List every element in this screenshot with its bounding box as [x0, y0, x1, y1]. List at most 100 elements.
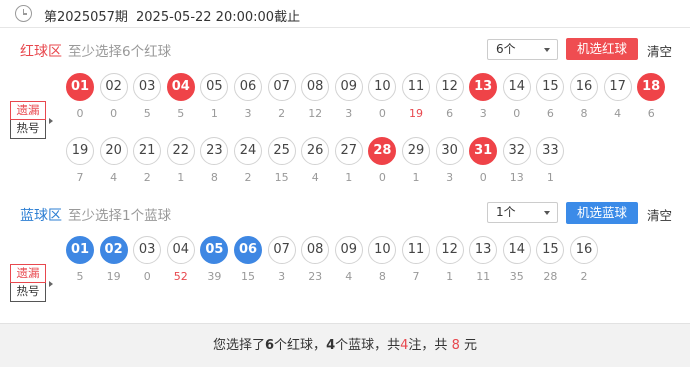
red-ball-miss-count: 1	[210, 107, 218, 120]
blue-ball[interactable]: 12	[435, 236, 464, 264]
red-ball-miss-count: 1	[546, 171, 554, 184]
blue-ball[interactable]: 05	[200, 236, 229, 264]
red-ball-miss-count: 2	[278, 107, 286, 120]
red-ball[interactable]: 26	[301, 137, 330, 165]
red-ball[interactable]: 06	[234, 73, 262, 101]
red-ball[interactable]: 23	[200, 137, 229, 165]
blue-ball-miss-count: 11	[476, 270, 491, 283]
red-ball[interactable]: 08	[301, 73, 330, 101]
red-ball[interactable]: 02	[99, 73, 128, 101]
blue-ball[interactable]: 04	[166, 236, 195, 264]
red-ball[interactable]: 11	[402, 73, 430, 101]
clear-blue-button[interactable]: 清空	[647, 205, 672, 224]
blue-ball-miss-count: 15	[241, 270, 255, 283]
random-red-button[interactable]: 机选红球	[566, 38, 638, 60]
blue-ball-miss-count: 4	[345, 270, 353, 283]
red-ball-miss-count: 0	[378, 107, 386, 120]
red-ball-miss-count: 0	[479, 171, 487, 184]
blue-ball[interactable]: 08	[301, 236, 330, 264]
red-ball[interactable]: 21	[133, 137, 162, 165]
missing-tab[interactable]: 遗漏	[10, 101, 46, 120]
red-ball-miss-count: 3	[479, 107, 487, 120]
red-ball[interactable]: 32	[502, 137, 531, 165]
red-ball-miss-count: 3	[345, 107, 353, 120]
red-ball[interactable]: 07	[267, 73, 296, 101]
blue-ball[interactable]: 02	[99, 236, 128, 264]
blue-count-select[interactable]: 1个	[487, 202, 558, 223]
red-ball[interactable]: 04	[166, 73, 195, 101]
red-count: 6	[265, 338, 275, 353]
red-ball[interactable]: 29	[402, 137, 430, 165]
red-ball[interactable]: 20	[99, 137, 128, 165]
red-section-name: 红球区	[20, 44, 62, 60]
chevron-down-icon	[544, 48, 550, 52]
blue-ball-miss-count: 52	[173, 270, 188, 283]
blue-ball[interactable]: 10	[368, 236, 397, 264]
red-ball[interactable]: 27	[334, 137, 363, 165]
blue-ball-miss-count: 8	[378, 270, 386, 283]
red-ball[interactable]: 03	[133, 73, 162, 101]
red-ball[interactable]: 22	[166, 137, 195, 165]
blue-section-name: 蓝球区	[20, 208, 62, 224]
red-ball[interactable]: 16	[570, 73, 598, 101]
blue-ball[interactable]: 16	[570, 236, 598, 264]
red-ball[interactable]: 14	[502, 73, 531, 101]
red-ball[interactable]: 18	[637, 73, 666, 101]
red-ball[interactable]: 13	[469, 73, 498, 101]
blue-ball[interactable]: 13	[469, 236, 498, 264]
blue-ball-miss-count: 7	[412, 270, 420, 283]
red-ball-miss-count: 6	[546, 107, 554, 120]
red-ball[interactable]: 33	[536, 137, 565, 165]
red-ball-miss-count: 13	[509, 171, 524, 184]
hot-tab[interactable]: 热号	[10, 120, 46, 139]
deadline-text: 2025-05-22 20:00:00截止	[136, 10, 301, 25]
clear-red-button[interactable]: 清空	[647, 41, 672, 60]
red-ball[interactable]: 31	[469, 137, 498, 165]
hot-tab[interactable]: 热号	[10, 283, 46, 302]
red-ball[interactable]: 10	[368, 73, 397, 101]
red-ball[interactable]: 01	[66, 73, 94, 101]
red-ball[interactable]: 28	[368, 137, 397, 165]
blue-ball-miss-count: 0	[143, 270, 151, 283]
blue-ball-miss-count: 1	[446, 270, 454, 283]
red-ball-miss-count: 5	[143, 107, 151, 120]
blue-ball[interactable]: 07	[267, 236, 296, 264]
red-ball-miss-count: 19	[409, 107, 423, 120]
blue-ball[interactable]: 14	[502, 236, 531, 264]
blue-view-toggle: 遗漏 热号	[10, 264, 46, 302]
red-ball-miss-count: 1	[412, 171, 420, 184]
summary-text: 元	[463, 338, 477, 353]
blue-ball[interactable]: 15	[536, 236, 565, 264]
blue-ball-miss-count: 19	[106, 270, 121, 283]
summary-text: 个红球，	[274, 338, 327, 353]
red-ball-miss-count: 0	[110, 107, 118, 120]
red-ball[interactable]: 30	[435, 137, 464, 165]
arrow-right-icon	[49, 281, 53, 287]
red-ball[interactable]: 09	[334, 73, 363, 101]
lottery-picker: 第2025057期 2025-05-22 20:00:00截止 红球区 至少选择6…	[0, 0, 690, 367]
red-ball-miss-count: 1	[345, 171, 353, 184]
missing-tab[interactable]: 遗漏	[10, 264, 46, 283]
blue-ball-miss-count: 5	[76, 270, 84, 283]
red-ball[interactable]: 17	[603, 73, 632, 101]
blue-ball[interactable]: 11	[402, 236, 430, 264]
red-ball-miss-count: 3	[446, 171, 454, 184]
red-count-select[interactable]: 6个	[487, 39, 558, 60]
red-ball[interactable]: 15	[536, 73, 565, 101]
red-ball[interactable]: 25	[267, 137, 296, 165]
blue-ball[interactable]: 03	[133, 236, 162, 264]
summary-text: 注，共	[408, 338, 448, 353]
red-ball[interactable]: 24	[234, 137, 262, 165]
red-ball[interactable]: 05	[200, 73, 229, 101]
red-ball-miss-count: 8	[210, 171, 218, 184]
red-ball-miss-count: 1	[177, 171, 185, 184]
red-ball[interactable]: 19	[66, 137, 94, 165]
blue-ball-miss-count: 3	[278, 270, 286, 283]
red-ball-miss-count: 12	[308, 107, 323, 120]
blue-ball[interactable]: 01	[66, 236, 94, 264]
blue-ball[interactable]: 06	[234, 236, 262, 264]
red-ball[interactable]: 12	[435, 73, 464, 101]
random-blue-button[interactable]: 机选蓝球	[566, 202, 638, 224]
blue-ball[interactable]: 09	[334, 236, 363, 264]
blue-count-value: 1个	[496, 205, 516, 219]
